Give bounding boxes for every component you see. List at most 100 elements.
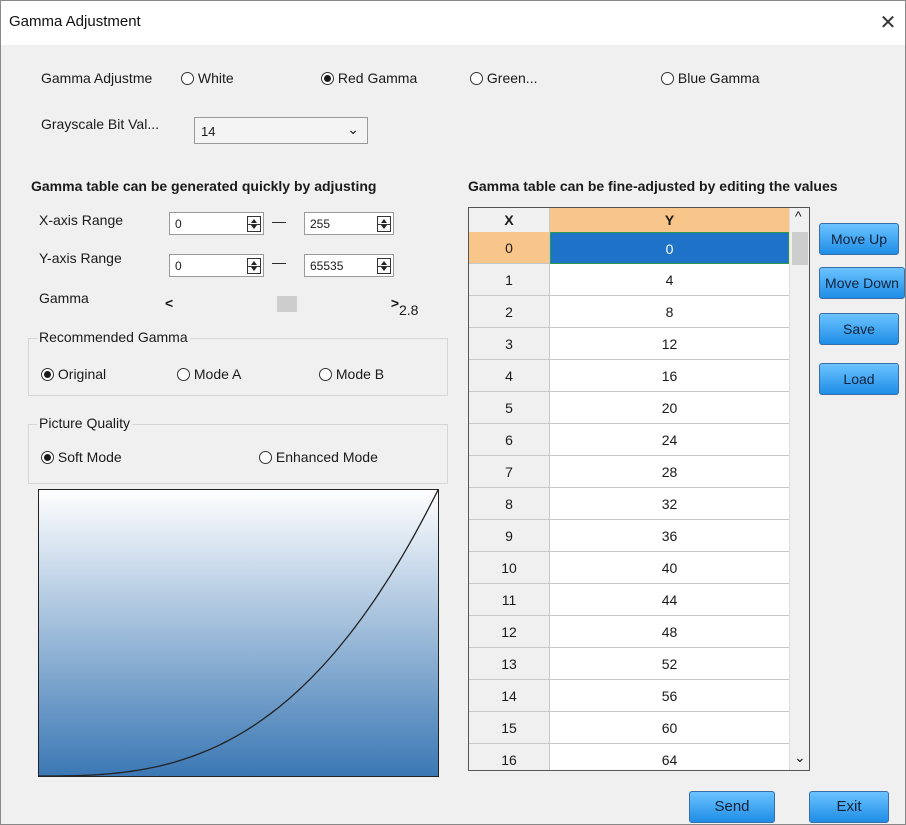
radio-mode-b[interactable]: Mode B bbox=[319, 366, 384, 382]
row-x-cell[interactable]: 16 bbox=[469, 744, 550, 770]
table-row[interactable]: 10 40 bbox=[469, 552, 789, 584]
exit-button[interactable]: Exit bbox=[809, 791, 889, 823]
gamma-adjustment-window: Gamma Adjustment ✕ Gamma Adjustme White … bbox=[0, 0, 906, 825]
row-x-cell[interactable]: 9 bbox=[469, 520, 550, 552]
row-y-cell[interactable]: 24 bbox=[550, 424, 789, 456]
row-y-cell[interactable]: 64 bbox=[550, 744, 789, 770]
gamma-slider-thumb[interactable] bbox=[276, 296, 297, 312]
radio-original[interactable]: Original bbox=[41, 366, 106, 382]
column-header-x[interactable]: X bbox=[469, 208, 550, 232]
chevron-right-icon[interactable]: > bbox=[391, 295, 399, 311]
row-x-cell[interactable]: 14 bbox=[469, 680, 550, 712]
radio-mode-a-indicator bbox=[177, 368, 190, 381]
y-min-spinner[interactable]: 0 bbox=[169, 254, 264, 277]
column-header-y[interactable]: Y bbox=[550, 208, 789, 232]
spin-arrows-icon[interactable] bbox=[377, 258, 391, 274]
spin-arrows-icon[interactable] bbox=[247, 216, 261, 232]
row-y-cell[interactable]: 52 bbox=[550, 648, 789, 680]
table-row[interactable]: 28 bbox=[469, 296, 789, 328]
radio-green-indicator bbox=[470, 72, 483, 85]
load-button[interactable]: Load bbox=[819, 363, 899, 395]
move-up-button[interactable]: Move Up bbox=[819, 223, 899, 255]
row-y-cell[interactable]: 20 bbox=[550, 392, 789, 424]
row-x-cell[interactable]: 13 bbox=[469, 648, 550, 680]
row-y-cell[interactable]: 32 bbox=[550, 488, 789, 520]
row-y-cell[interactable]: 44 bbox=[550, 584, 789, 616]
table-row[interactable]: 7 28 bbox=[469, 456, 789, 488]
radio-mode-a[interactable]: Mode A bbox=[177, 366, 241, 382]
row-x-cell[interactable]: 11 bbox=[469, 584, 550, 616]
row-y-cell[interactable]: 16 bbox=[550, 360, 789, 392]
radio-soft-mode[interactable]: Soft Mode bbox=[41, 449, 122, 465]
table-row[interactable]: 12 48 bbox=[469, 616, 789, 648]
table-row[interactable]: 14 56 bbox=[469, 680, 789, 712]
row-y-cell[interactable]: 4 bbox=[550, 264, 789, 296]
radio-enhanced-mode-indicator bbox=[259, 451, 272, 464]
row-x-cell[interactable]: 8 bbox=[469, 488, 550, 520]
radio-soft-mode-indicator bbox=[41, 451, 54, 464]
x-axis-label: X-axis Range bbox=[39, 212, 124, 228]
window-title: Gamma Adjustment bbox=[9, 13, 141, 30]
curve-background bbox=[39, 490, 438, 776]
table-row[interactable]: 3 12 bbox=[469, 328, 789, 360]
radio-white[interactable]: White bbox=[181, 70, 234, 86]
table-row[interactable]: 13 52 bbox=[469, 648, 789, 680]
table-row[interactable]: 9 36 bbox=[469, 520, 789, 552]
row-x-cell[interactable]: 5 bbox=[469, 392, 550, 424]
y-min-value: 0 bbox=[175, 259, 182, 273]
scroll-down-icon[interactable]: ⌄ bbox=[794, 749, 806, 766]
table-row[interactable]: 16 64 bbox=[469, 744, 789, 770]
gamma-slider[interactable]: < > bbox=[165, 295, 399, 313]
spin-arrows-icon[interactable] bbox=[247, 258, 261, 274]
row-y-cell[interactable]: 60 bbox=[550, 712, 789, 744]
radio-green[interactable]: Green... bbox=[470, 70, 537, 86]
row-y-cell[interactable]: 36 bbox=[550, 520, 789, 552]
row-y-cell[interactable]: 0 bbox=[550, 232, 789, 264]
row-y-cell[interactable]: 8 bbox=[550, 296, 789, 328]
row-x-cell[interactable]: 3 bbox=[469, 328, 550, 360]
row-x-cell[interactable]: 4 bbox=[469, 360, 550, 392]
row-x-cell[interactable]: 2 bbox=[469, 296, 550, 328]
row-x-cell[interactable]: 0 bbox=[469, 232, 550, 264]
row-y-cell[interactable]: 56 bbox=[550, 680, 789, 712]
table-row[interactable]: 14 bbox=[469, 264, 789, 296]
table-row[interactable]: 8 32 bbox=[469, 488, 789, 520]
row-x-cell[interactable]: 15 bbox=[469, 712, 550, 744]
send-button[interactable]: Send bbox=[689, 791, 775, 823]
row-y-cell[interactable]: 28 bbox=[550, 456, 789, 488]
table-row[interactable]: 15 60 bbox=[469, 712, 789, 744]
scrollbar-thumb[interactable] bbox=[792, 232, 808, 265]
close-icon[interactable]: ✕ bbox=[871, 13, 905, 33]
row-x-cell[interactable]: 12 bbox=[469, 616, 550, 648]
row-x-cell[interactable]: 6 bbox=[469, 424, 550, 456]
save-button[interactable]: Save bbox=[819, 313, 899, 345]
move-down-button[interactable]: Move Down bbox=[819, 267, 905, 299]
radio-red-gamma-label: Red Gamma bbox=[337, 70, 418, 86]
gamma-label: Gamma bbox=[39, 290, 89, 306]
scroll-up-icon[interactable]: ^ bbox=[795, 208, 802, 224]
radio-blue-gamma[interactable]: Blue Gamma bbox=[661, 70, 760, 86]
radio-enhanced-mode-label: Enhanced Mode bbox=[275, 449, 378, 465]
row-y-cell[interactable]: 12 bbox=[550, 328, 789, 360]
x-max-spinner[interactable]: 255 bbox=[304, 212, 394, 235]
grayscale-select[interactable]: 14 ⌄ bbox=[194, 117, 368, 144]
row-y-cell[interactable]: 48 bbox=[550, 616, 789, 648]
table-row[interactable]: 11 44 bbox=[469, 584, 789, 616]
table-scrollbar[interactable]: ^ ⌄ bbox=[789, 208, 809, 770]
table-row[interactable]: ▸00 bbox=[469, 232, 789, 264]
radio-enhanced-mode[interactable]: Enhanced Mode bbox=[259, 449, 378, 465]
chevron-down-icon: ⌄ bbox=[347, 121, 359, 137]
table-row[interactable]: 6 24 bbox=[469, 424, 789, 456]
table-row[interactable]: 5 20 bbox=[469, 392, 789, 424]
radio-mode-b-indicator bbox=[319, 368, 332, 381]
radio-red-gamma[interactable]: Red Gamma bbox=[321, 70, 417, 86]
row-x-cell[interactable]: 1 bbox=[469, 264, 550, 296]
row-x-cell[interactable]: 7 bbox=[469, 456, 550, 488]
row-y-cell[interactable]: 40 bbox=[550, 552, 789, 584]
y-max-spinner[interactable]: 65535 bbox=[304, 254, 394, 277]
spin-arrows-icon[interactable] bbox=[377, 216, 391, 232]
row-x-cell[interactable]: 10 bbox=[469, 552, 550, 584]
x-min-spinner[interactable]: 0 bbox=[169, 212, 264, 235]
table-row[interactable]: 4 16 bbox=[469, 360, 789, 392]
chevron-left-icon[interactable]: < bbox=[165, 295, 173, 311]
